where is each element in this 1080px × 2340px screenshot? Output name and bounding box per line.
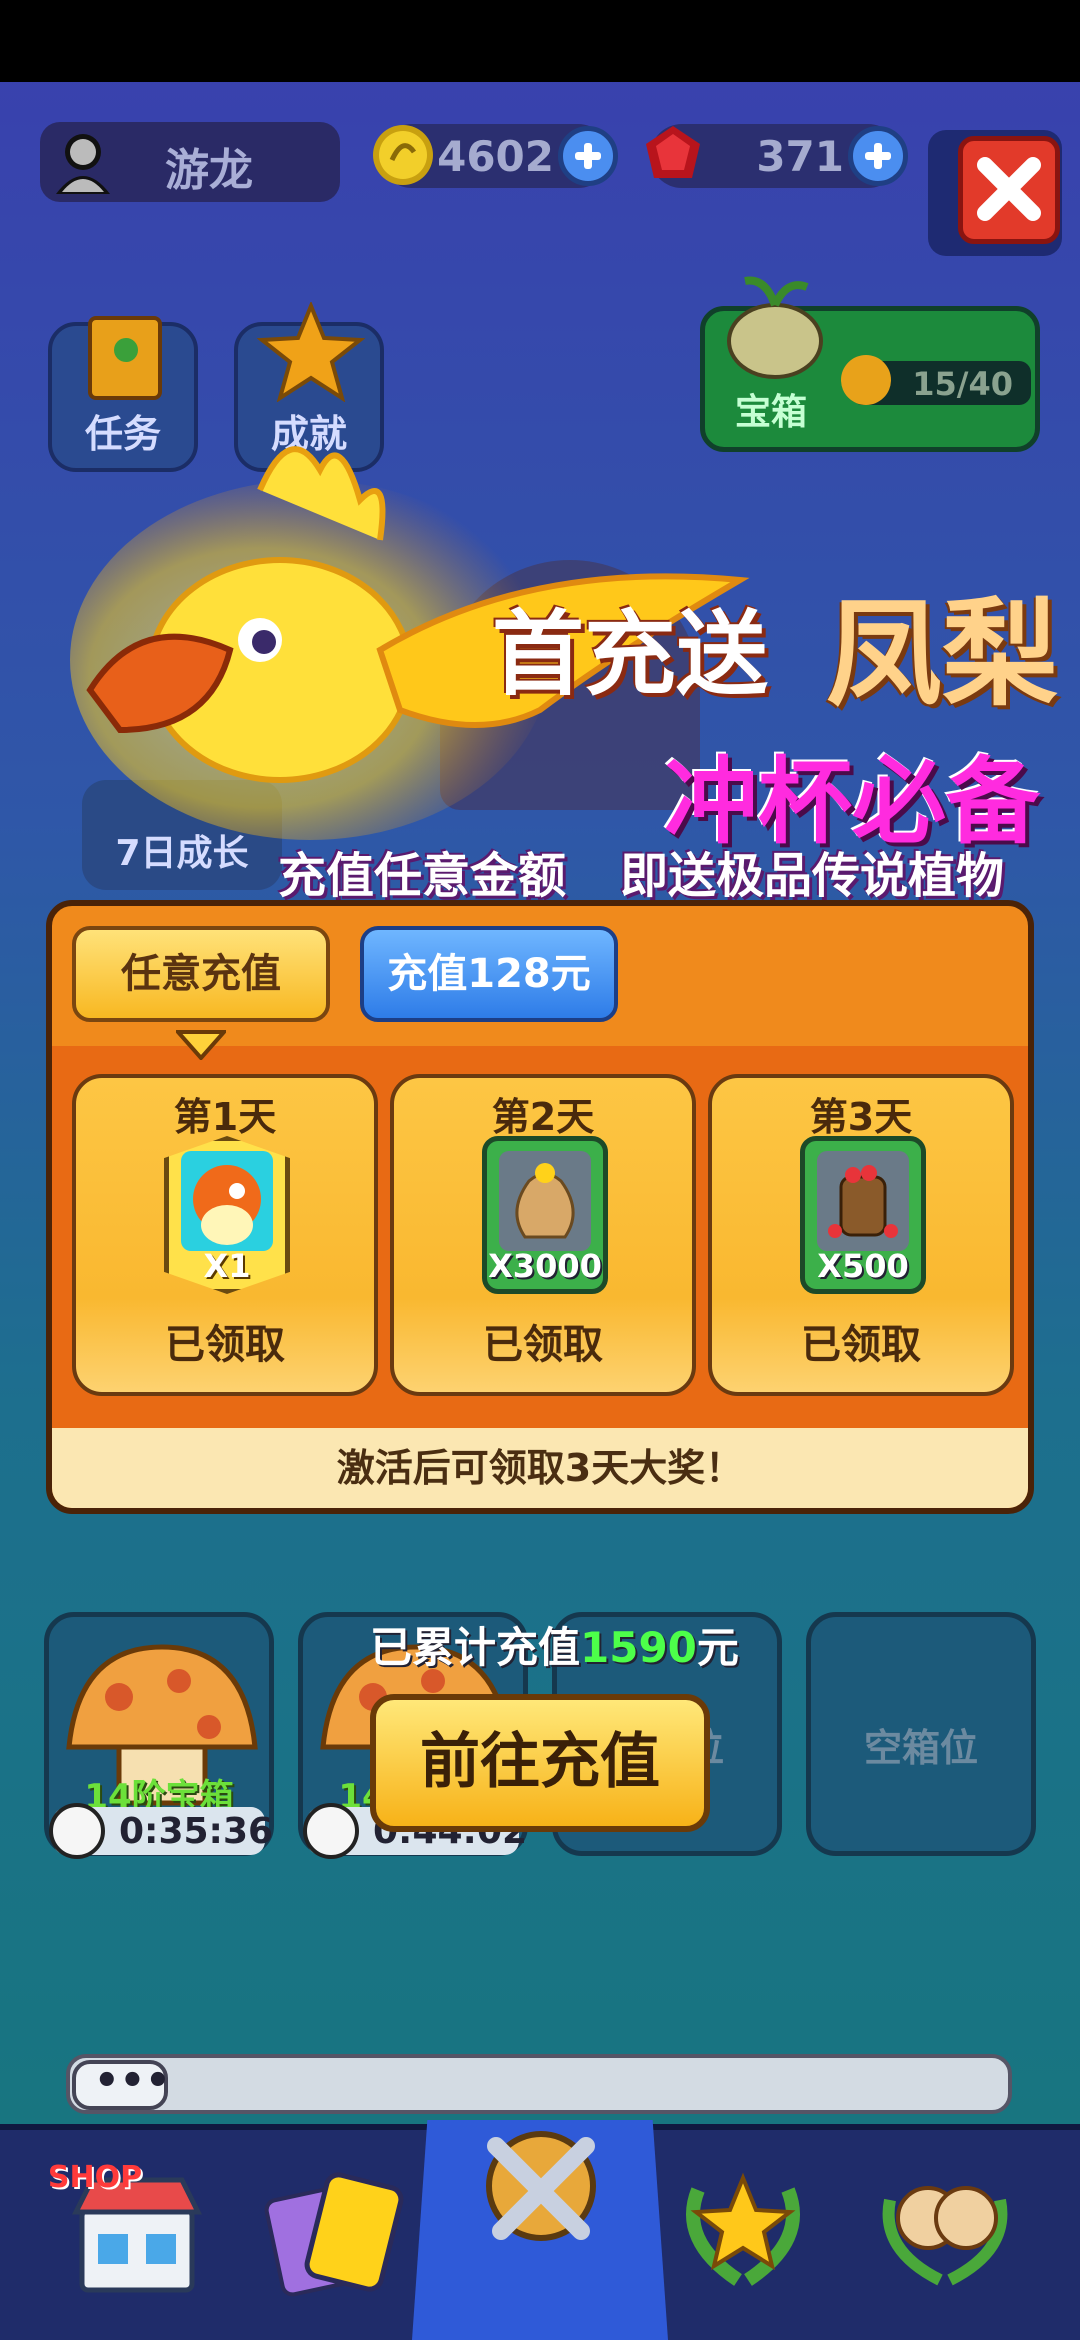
piggy-chest-icon bbox=[727, 276, 823, 379]
tab-any-recharge[interactable]: 任意充值 bbox=[72, 926, 330, 1022]
clock-icon bbox=[303, 1803, 359, 1859]
day-title: 第3天 bbox=[809, 1095, 913, 1139]
avatar-icon bbox=[56, 134, 110, 194]
chat-bar[interactable]: ••• bbox=[66, 2054, 1012, 2114]
day-reward-3[interactable]: 第3天 X500 已领取 bbox=[708, 1074, 1014, 1396]
reward-qty: X1 bbox=[203, 1247, 251, 1285]
claimed-status: 已领取 bbox=[801, 1322, 921, 1368]
player-profile[interactable]: 游龙 bbox=[40, 122, 340, 202]
coin-icon bbox=[373, 125, 433, 185]
nav-battle[interactable] bbox=[466, 2116, 616, 2266]
crossed-swords-icon bbox=[486, 2131, 596, 2241]
total-suffix: 元 bbox=[696, 1623, 739, 1672]
reward-card: X1 bbox=[164, 1136, 290, 1294]
nav-ranking[interactable] bbox=[668, 2150, 818, 2300]
shop-label: SHOP bbox=[47, 2160, 143, 2195]
coins-value: 4602 bbox=[437, 132, 554, 181]
claimed-status: 已领取 bbox=[483, 1322, 603, 1368]
reward-qty: X3000 bbox=[488, 1247, 602, 1285]
day-reward-1[interactable]: 第1天 X1 已领取 bbox=[72, 1074, 378, 1396]
tab-recharge-128[interactable]: 充值128元 bbox=[360, 926, 618, 1022]
promo-title-pineapple: 凤梨 bbox=[826, 587, 1058, 722]
first-recharge-panel: 激活后可领取3天大奖！ 任意充值 充值128元 第1天 X1 已领取 第2天 X… bbox=[46, 900, 1034, 1514]
chat-bubble-icon[interactable]: ••• bbox=[72, 2058, 171, 2110]
coins-counter: 4602 bbox=[373, 124, 618, 188]
nav-cards[interactable] bbox=[262, 2150, 412, 2300]
chest-timer: 0:35:36 bbox=[49, 1803, 273, 1859]
chest-slot-4[interactable]: 空箱位 bbox=[806, 1612, 1036, 1856]
cards-icon bbox=[264, 2172, 404, 2297]
chest-slot-1[interactable]: 14阶宝箱 0:35:36 bbox=[44, 1612, 274, 1859]
day-reward-2[interactable]: 第2天 X3000 已领取 bbox=[390, 1074, 696, 1396]
promo-title-first-recharge: 首充送 bbox=[492, 601, 769, 708]
reward-card: X500 bbox=[800, 1136, 926, 1294]
coin-bag-icon bbox=[499, 1151, 591, 1251]
timer-text: 0:35:36 bbox=[119, 1811, 274, 1852]
day-title: 第2天 bbox=[491, 1095, 595, 1139]
add-coins-button[interactable] bbox=[558, 126, 618, 186]
acorn-icon bbox=[841, 355, 891, 405]
status-bar bbox=[0, 0, 1080, 82]
star-icon bbox=[256, 302, 366, 402]
close-button[interactable] bbox=[958, 136, 1060, 244]
nav-social[interactable] bbox=[870, 2150, 1020, 2300]
reward-card: X3000 bbox=[482, 1136, 608, 1294]
player-name: 游龙 bbox=[165, 145, 253, 196]
gems-counter: 371 bbox=[646, 124, 908, 188]
chat-dots: ••• bbox=[94, 2058, 171, 2104]
promo-subtitle-any-amount: 充值任意金额 bbox=[278, 848, 567, 904]
close-container bbox=[928, 130, 1062, 256]
ruby-icon bbox=[646, 126, 700, 178]
reward-qty: X500 bbox=[817, 1247, 909, 1285]
claimed-status: 已领取 bbox=[165, 1322, 285, 1368]
friends-icon bbox=[882, 2186, 1008, 2286]
book-icon bbox=[88, 316, 162, 400]
close-icon bbox=[977, 157, 1041, 221]
total-recharged: 已累计充值1590元 bbox=[370, 1614, 739, 1675]
total-prefix: 已累计充值 bbox=[370, 1623, 581, 1672]
laurel-star-icon bbox=[686, 2172, 800, 2286]
empty-slot-label: 空箱位 bbox=[863, 1726, 978, 1770]
gems-value: 371 bbox=[756, 132, 844, 181]
panel-footer-text: 激活后可领取3天大奖！ bbox=[336, 1446, 744, 1490]
day-title: 第1天 bbox=[173, 1095, 277, 1139]
promo-subtitle-legend-plant: 即送极品传说植物 bbox=[620, 848, 1005, 904]
total-amount: 1590 bbox=[580, 1623, 697, 1672]
ruby-barrel-icon bbox=[817, 1151, 909, 1251]
add-gems-button[interactable] bbox=[848, 126, 908, 186]
clock-icon bbox=[49, 1803, 105, 1859]
chest-progress-text: 15/40 bbox=[912, 365, 1013, 403]
tab-pointer-icon bbox=[176, 1030, 226, 1060]
parrot-plant-icon bbox=[181, 1151, 273, 1251]
go-recharge-button[interactable]: 前往充值 bbox=[370, 1694, 710, 1832]
